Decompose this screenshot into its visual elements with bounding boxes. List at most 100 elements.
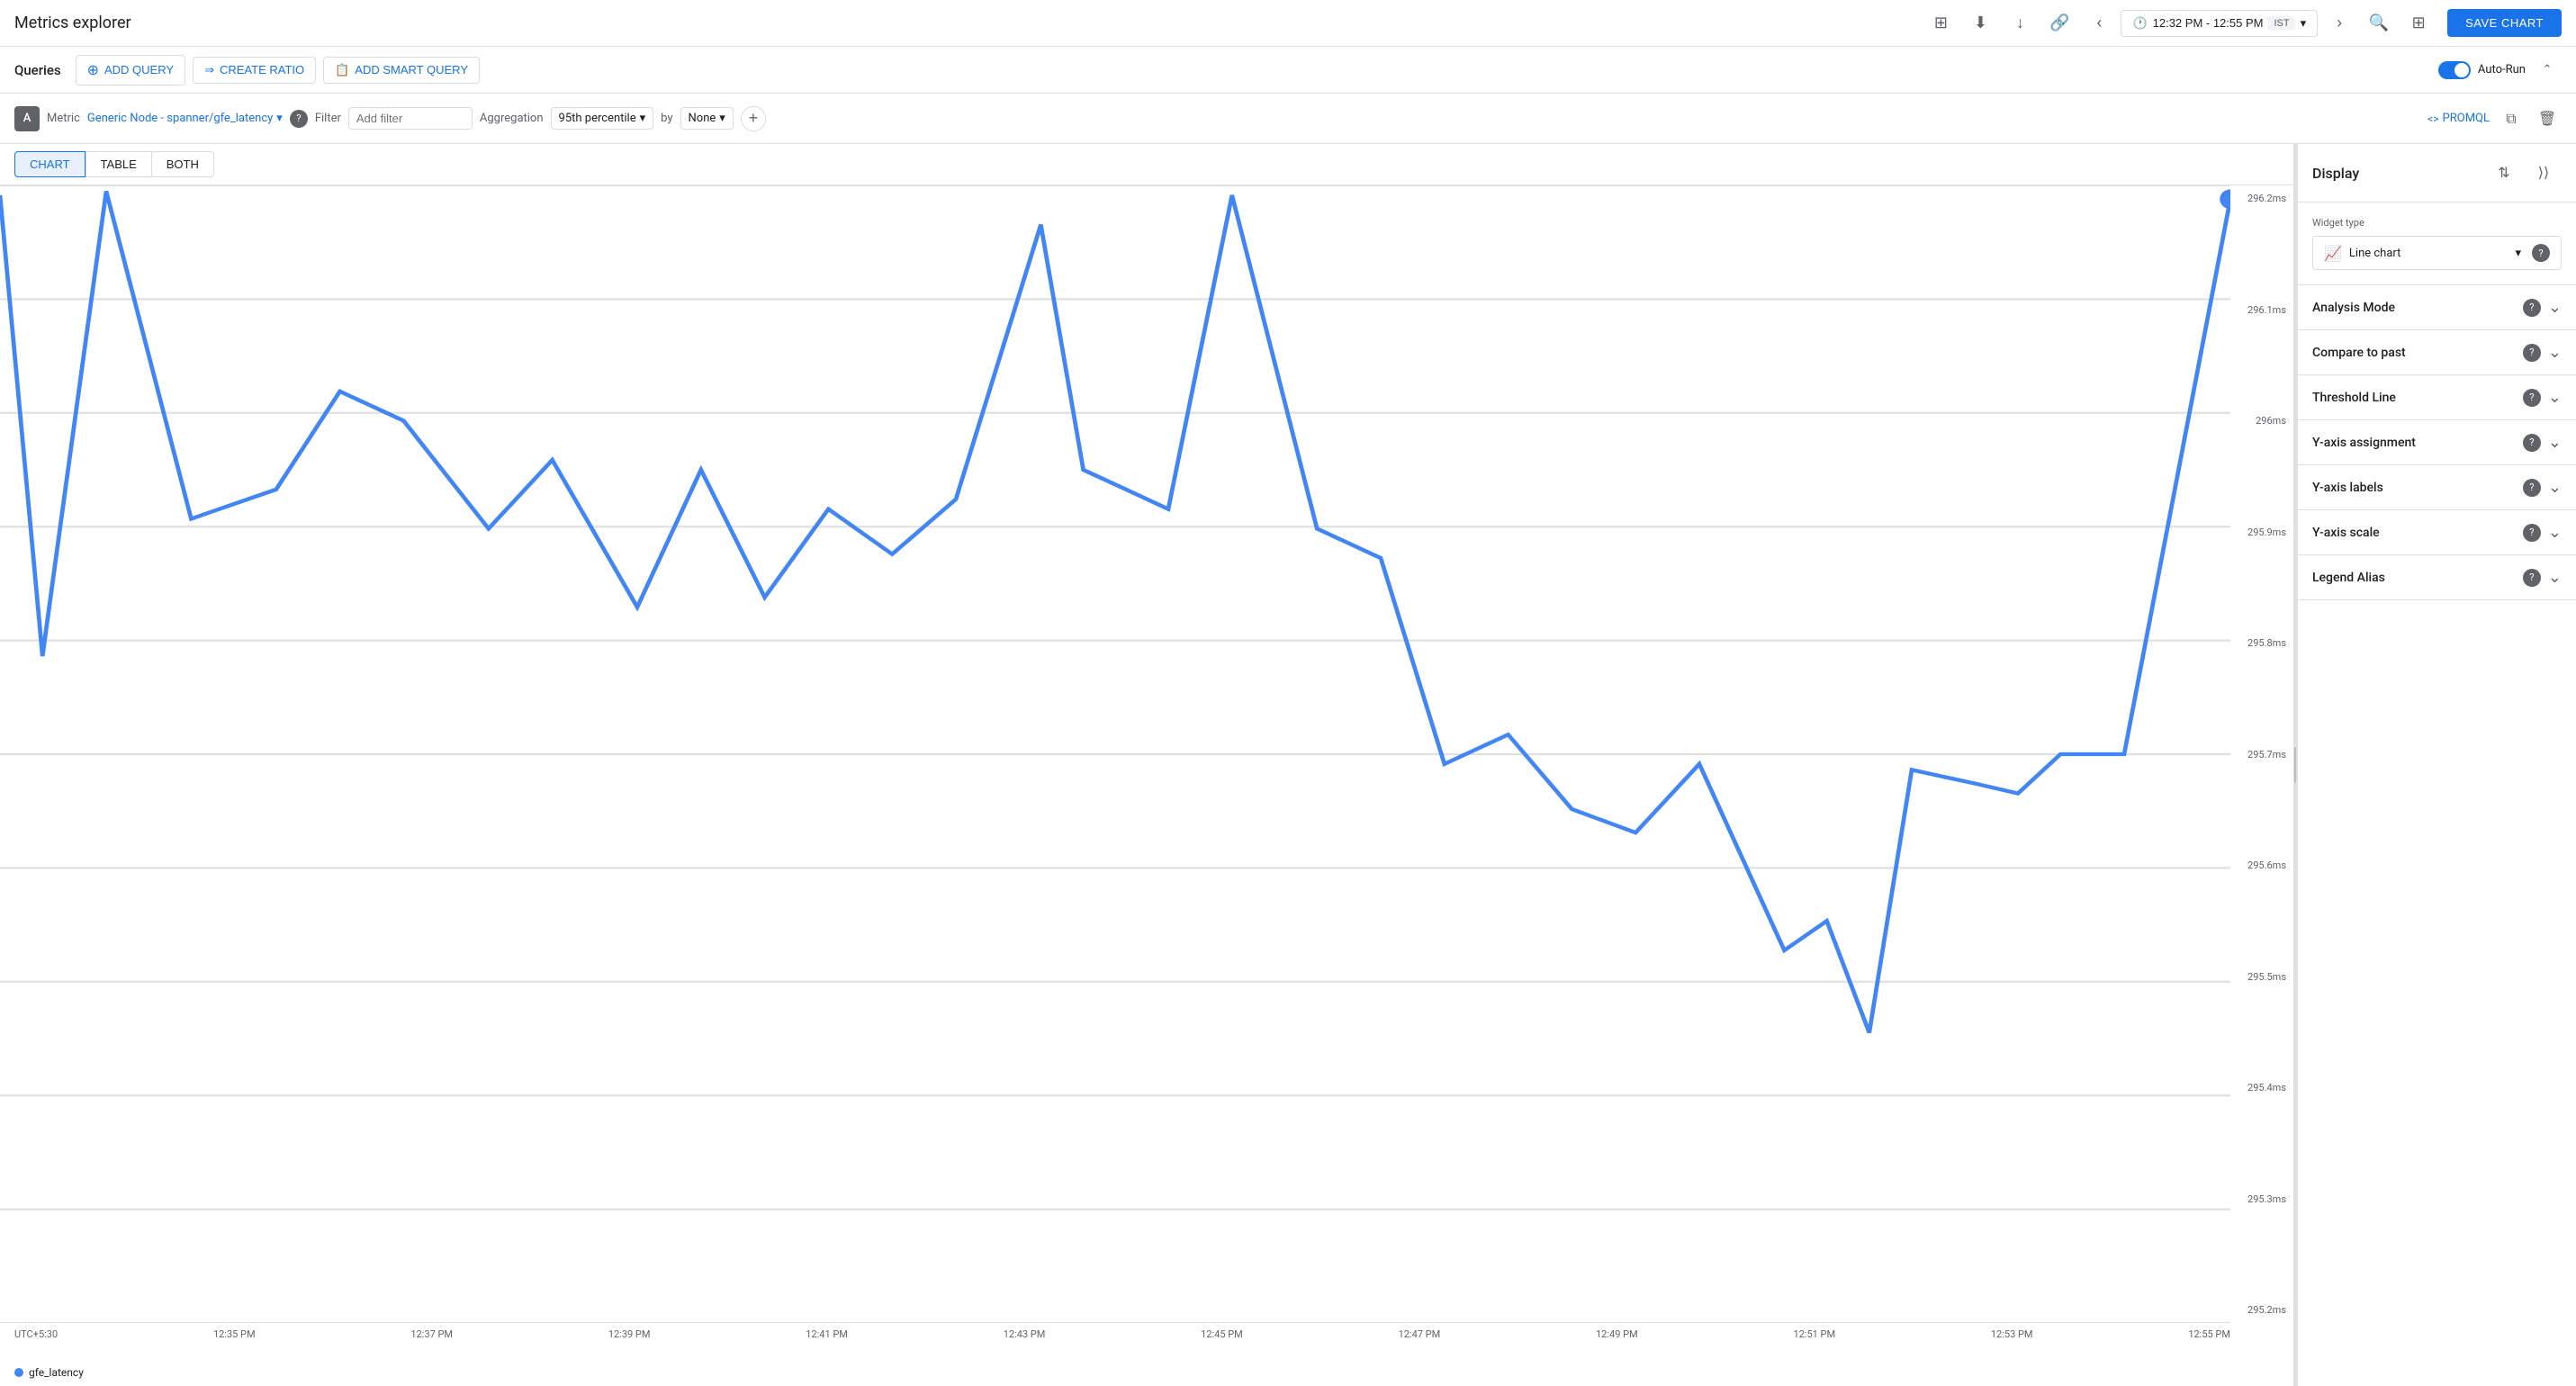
tab-table[interactable]: TABLE (86, 151, 152, 177)
y-label-10: 295.2ms (2238, 1304, 2286, 1316)
grid-icon-btn[interactable]: ⊞ (1923, 5, 1959, 41)
widget-type-select[interactable]: 📈 Line chart ▾ ? (2312, 236, 2562, 270)
section-threshold-line[interactable]: Threshold Line ? ⌄ (2298, 375, 2576, 420)
auto-run-toggle[interactable] (2438, 61, 2471, 79)
section-y-axis-scale-header[interactable]: Y-axis scale ? ⌄ (2298, 510, 2576, 554)
y-axis-assignment-help-icon[interactable]: ? (2523, 434, 2541, 452)
legend-label: gfe_latency (29, 1366, 84, 1379)
section-analysis-mode-header[interactable]: Analysis Mode ? ⌄ (2298, 285, 2576, 329)
aggregation-select[interactable]: 95th percentile ▾ (551, 107, 654, 130)
by-chevron-icon: ▾ (719, 112, 725, 125)
metric-chevron-icon: ▾ (276, 112, 283, 125)
current-point-dot (2220, 189, 2230, 209)
section-y-axis-labels[interactable]: Y-axis labels ? ⌄ (2298, 465, 2576, 510)
legend-alias-help-icon[interactable]: ? (2523, 569, 2541, 587)
threshold-line-help-icon[interactable]: ? (2523, 389, 2541, 407)
prev-btn[interactable]: ‹ (2081, 5, 2117, 41)
save-chart-button[interactable]: SAVE CHART (2447, 9, 2562, 37)
add-smart-query-button[interactable]: 📋 ADD SMART QUERY (323, 57, 480, 84)
top-header: Metrics explorer ⊞ ⬇ ↓ 🔗 ‹ 🕐 12:32 PM - … (0, 0, 2576, 47)
next-btn[interactable]: › (2321, 5, 2357, 41)
y-label-0: 296.2ms (2238, 193, 2286, 204)
link-icon-btn[interactable]: 🔗 (2041, 5, 2077, 41)
metric-help-icon[interactable]: ? (290, 110, 308, 128)
plus-icon: ⊕ (87, 61, 99, 79)
section-compare-to-past-header[interactable]: Compare to past ? ⌄ (2298, 330, 2576, 374)
chart-tabs: CHART TABLE BOTH (0, 144, 2293, 185)
section-compare-to-past[interactable]: Compare to past ? ⌄ (2298, 330, 2576, 375)
compare-to-past-help-icon[interactable]: ? (2523, 344, 2541, 362)
by-select[interactable]: None ▾ (680, 107, 734, 130)
y-axis-scale-chevron-icon: ⌄ (2548, 523, 2562, 542)
time-range-text: 12:32 PM - 12:55 PM (2153, 16, 2264, 30)
query-row-a: A Metric Generic Node - spanner/gfe_late… (0, 94, 2576, 144)
analysis-mode-help-icon[interactable]: ? (2523, 299, 2541, 317)
section-analysis-mode[interactable]: Analysis Mode ? ⌄ (2298, 285, 2576, 330)
delete-query-btn[interactable]: 🗑 (2533, 104, 2562, 133)
queries-title: Queries (14, 62, 61, 78)
filter-label: Filter (315, 112, 341, 125)
y-axis-labels-chevron-icon: ⌄ (2548, 478, 2562, 497)
x-label-5: 12:43 PM (1004, 1328, 1046, 1340)
y-axis-labels-help-icon[interactable]: ? (2523, 479, 2541, 497)
query-label-a: A (14, 106, 40, 131)
widget-type-section: Widget type 📈 Line chart ▾ ? (2298, 202, 2576, 285)
timezone-badge: IST (2268, 16, 2294, 31)
section-y-axis-labels-header[interactable]: Y-axis labels ? ⌄ (2298, 465, 2576, 509)
compare-to-past-chevron-icon: ⌄ (2548, 343, 2562, 362)
x-label-0: UTC+5:30 (14, 1328, 58, 1340)
x-label-11: 12:55 PM (2188, 1328, 2230, 1340)
y-axis-scale-help-icon[interactable]: ? (2523, 524, 2541, 542)
analysis-mode-chevron-icon: ⌄ (2548, 298, 2562, 317)
promql-button[interactable]: <> PROMQL (2427, 112, 2490, 125)
tab-both[interactable]: BOTH (152, 151, 214, 177)
search-icon-btn[interactable]: 🔍 (2361, 5, 2397, 41)
section-analysis-mode-title: Analysis Mode (2312, 301, 2523, 315)
add-query-button[interactable]: ⊕ ADD QUERY (76, 55, 185, 86)
section-y-axis-labels-title: Y-axis labels (2312, 481, 2523, 495)
section-legend-alias[interactable]: Legend Alias ? ⌄ (2298, 555, 2576, 600)
x-label-9: 12:51 PM (1793, 1328, 1835, 1340)
panel-drag-handle[interactable] (2293, 144, 2297, 1386)
add-aggregation-btn[interactable]: + (741, 106, 766, 131)
app-title: Metrics explorer (14, 14, 1923, 32)
collapse-btn[interactable]: ⌃ (2533, 56, 2562, 85)
section-threshold-line-title: Threshold Line (2312, 391, 2523, 405)
aggregation-label: Aggregation (480, 112, 544, 125)
create-ratio-button[interactable]: ⇒ CREATE RATIO (193, 57, 316, 84)
x-label-8: 12:49 PM (1596, 1328, 1638, 1340)
filter-section[interactable] (348, 107, 473, 130)
widget-type-help-icon[interactable]: ? (2532, 244, 2550, 262)
section-y-axis-scale[interactable]: Y-axis scale ? ⌄ (2298, 510, 2576, 555)
ratio-icon: ⇒ (204, 63, 214, 77)
y-label-9: 295.3ms (2238, 1193, 2286, 1205)
time-range-btn[interactable]: 🕐 12:32 PM - 12:55 PM IST ▾ (2121, 10, 2318, 37)
panel-collapse-btn[interactable]: ⟩⟩ (2526, 155, 2562, 191)
download-icon-btn[interactable]: ⬇ (1962, 5, 1998, 41)
download-icon-btn2[interactable]: ↓ (2002, 5, 2038, 41)
section-compare-to-past-title: Compare to past (2312, 346, 2523, 360)
section-legend-alias-title: Legend Alias (2312, 571, 2523, 585)
y-label-4: 295.8ms (2238, 637, 2286, 649)
metric-select[interactable]: Generic Node - spanner/gfe_latency ▾ (87, 112, 283, 125)
section-y-axis-assignment-header[interactable]: Y-axis assignment ? ⌄ (2298, 420, 2576, 464)
y-axis: 296.2ms 296.1ms 296ms 295.9ms 295.8ms 29… (2230, 185, 2293, 1323)
x-label-4: 12:41 PM (806, 1328, 848, 1340)
y-label-3: 295.9ms (2238, 526, 2286, 538)
line-chart-icon: 📈 (2324, 245, 2342, 262)
x-label-2: 12:37 PM (410, 1328, 453, 1340)
metric-value: Generic Node - spanner/gfe_latency (87, 112, 273, 125)
section-y-axis-assignment[interactable]: Y-axis assignment ? ⌄ (2298, 420, 2576, 465)
chart-legend: gfe_latency (0, 1359, 2293, 1386)
x-label-3: 12:39 PM (608, 1328, 651, 1340)
section-threshold-line-header[interactable]: Threshold Line ? ⌄ (2298, 375, 2576, 419)
copy-query-btn[interactable]: ⧉ (2497, 104, 2526, 133)
filter-input[interactable] (356, 112, 464, 125)
grid-toggle-btn[interactable]: ⊞ (2400, 5, 2436, 41)
x-label-1: 12:35 PM (213, 1328, 256, 1340)
section-legend-alias-header[interactable]: Legend Alias ? ⌄ (2298, 555, 2576, 599)
tab-chart[interactable]: CHART (14, 151, 86, 177)
chart-svg (0, 185, 2230, 1323)
panel-expand-btn[interactable]: ⇅ (2486, 155, 2522, 191)
x-label-7: 12:47 PM (1399, 1328, 1441, 1340)
